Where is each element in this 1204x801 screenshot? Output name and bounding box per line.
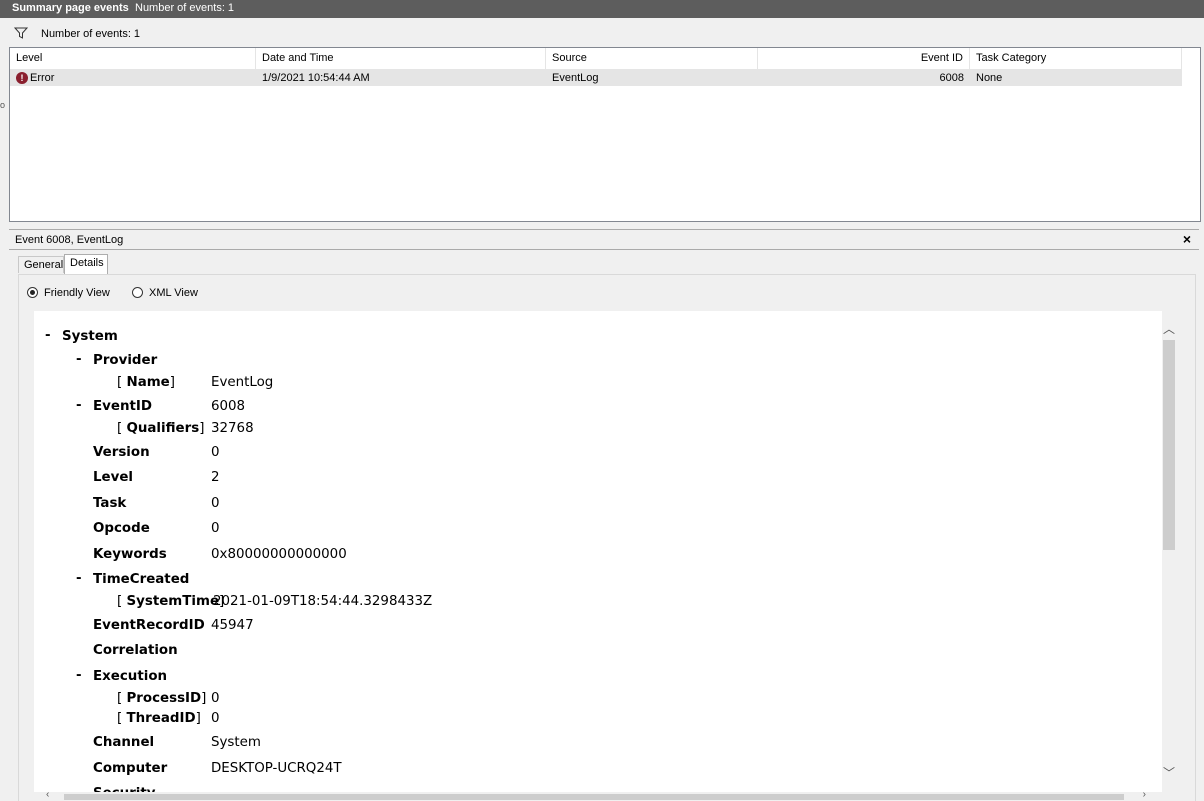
column-header-source[interactable]: Source [546,48,758,69]
edge-mark: o [0,100,6,110]
column-header-level[interactable]: Level [10,48,256,69]
node-eventrecordid: EventRecordID [93,618,205,633]
version-value: 0 [211,445,220,460]
collapse-eventid-toggle[interactable]: - [76,398,82,413]
attr-name: [ Name] [117,375,175,390]
tab-details[interactable]: Details [64,254,108,275]
channel-value: System [211,735,261,750]
attr-qualifiers: [ Qualifiers] [117,421,205,436]
column-header-event-id[interactable]: Event ID [758,48,970,69]
scroll-right-icon[interactable]: › [1143,789,1146,800]
details-header: Event 6008, EventLog × [9,229,1199,250]
node-keywords: Keywords [93,547,167,562]
attr-systemtime: [ SystemTime] [117,594,225,609]
attr-threadid-key: ThreadID [126,711,196,726]
filter-icon[interactable] [14,27,28,39]
window-title: Summary page events [12,2,129,14]
window-event-count: Number of events: 1 [135,2,235,14]
radio-selected-icon [27,287,38,298]
collapse-provider-toggle[interactable]: - [76,352,82,367]
filter-event-count: Number of events: 1 [41,28,141,40]
attr-threadid: [ ThreadID] [117,711,201,726]
scroll-up-icon[interactable]: ︿ [1162,321,1176,337]
node-level: Level [93,470,134,485]
processid-value: 0 [211,691,220,706]
event-date-time: 1/9/2021 10:54:44 AM [262,72,370,84]
friendly-view-label: Friendly View [44,287,110,299]
window-title-bar: Summary page events Number of events: 1 [0,0,1204,18]
node-execution: Execution [93,669,168,684]
collapse-system-toggle[interactable]: - [45,328,51,343]
threadid-value: 0 [211,711,220,726]
details-title: Event 6008, EventLog [15,234,124,246]
column-header-date-time[interactable]: Date and Time [256,48,546,69]
attr-processid-key: ProcessID [126,691,202,706]
node-opcode: Opcode [93,521,150,536]
scroll-left-icon[interactable]: ‹ [46,789,49,800]
attr-name-value: EventLog [211,375,274,390]
node-task: Task [93,496,127,511]
attr-name-key: Name [126,375,170,390]
node-system: System [62,329,118,344]
pane-splitter[interactable] [8,222,1200,228]
opcode-value: 0 [211,521,220,536]
keywords-value: 0x80000000000000 [211,547,347,562]
node-timecreated: TimeCreated [93,572,190,587]
close-icon[interactable]: × [1183,231,1191,247]
node-provider: Provider [93,353,158,368]
qualifiers-value: 32768 [211,421,254,436]
node-version: Version [93,445,150,460]
event-xml-tree: - System - Provider [ Name] EventLog - E… [34,311,1162,800]
column-header-task-category[interactable]: Task Category [970,48,1182,69]
vertical-scroll-thumb[interactable] [1163,340,1175,550]
horizontal-scroll-thumb[interactable] [64,794,1124,800]
filter-bar: Number of events: 1 [8,22,1200,44]
event-row[interactable]: ! Error 1/9/2021 10:54:44 AM EventLog 60… [10,70,1182,86]
node-channel: Channel [93,735,155,750]
event-task-category: None [976,72,1003,84]
attr-systemtime-key: SystemTime [126,594,220,609]
node-correlation: Correlation [93,643,178,658]
eventid-value: 6008 [211,399,246,414]
event-list-header: Level Date and Time Source Event ID Task… [10,48,1182,70]
radio-unselected-icon [132,287,143,298]
event-id: 6008 [939,72,964,84]
level-value: 2 [211,470,220,485]
systemtime-value: 2021-01-09T18:54:44.3298433Z [213,594,433,609]
event-list[interactable]: Level Date and Time Source Event ID Task… [9,47,1201,222]
node-computer: Computer [93,761,168,776]
computer-value: DESKTOP-UCRQ24T [211,761,342,776]
eventrecordid-value: 45947 [211,618,254,633]
task-value: 0 [211,496,220,511]
horizontal-scrollbar[interactable]: ‹ › [34,789,1162,800]
collapse-timecreated-toggle[interactable]: - [76,571,82,586]
attr-qualifiers-key: Qualifiers [126,421,200,436]
xml-view-label: XML View [149,287,198,299]
vertical-scrollbar[interactable]: ︿ ﹀ [1162,311,1176,792]
left-edge: o [0,18,8,800]
node-eventid: EventID [93,399,152,414]
attr-processid: [ ProcessID] [117,691,207,706]
scroll-down-icon[interactable]: ﹀ [1162,765,1176,781]
event-source: EventLog [552,72,599,84]
tab-general[interactable]: General [18,256,64,273]
collapse-execution-toggle[interactable]: - [76,668,82,683]
event-level: Error [30,72,55,84]
